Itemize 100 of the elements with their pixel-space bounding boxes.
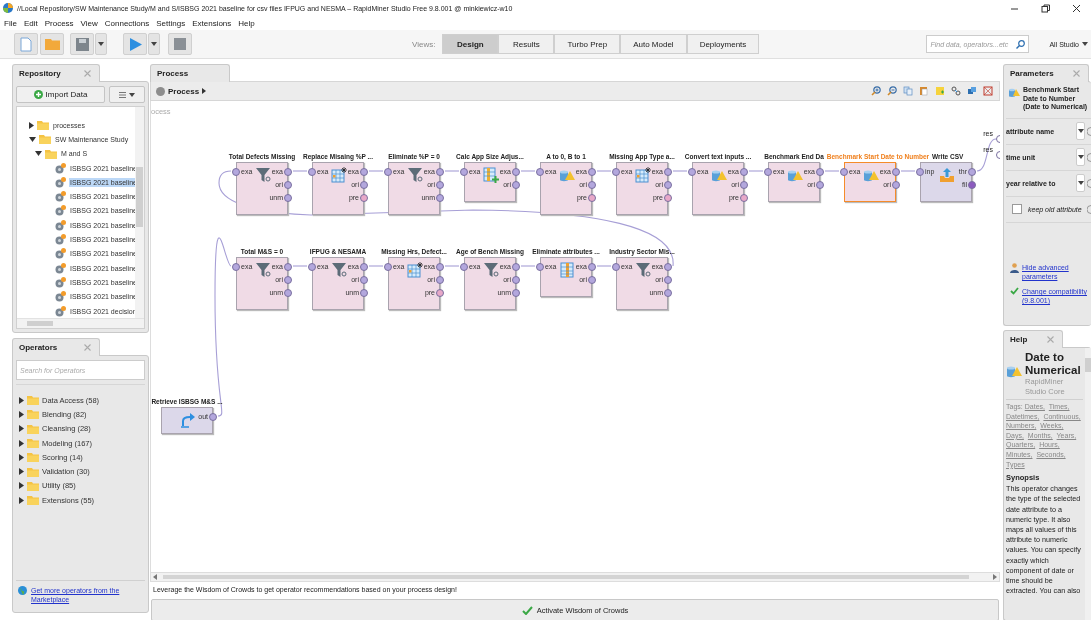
dropdown[interactable] <box>1076 174 1085 192</box>
port-handle[interactable] <box>232 263 240 271</box>
folder-icon <box>44 38 60 50</box>
operator-name: Date to Numerical <box>1025 351 1082 377</box>
collapse-arrow-icon[interactable] <box>29 136 36 142</box>
menu-item[interactable]: Help <box>238 18 255 28</box>
port-handle[interactable] <box>688 168 696 176</box>
port-handle[interactable] <box>308 168 316 176</box>
panel-tab[interactable]: Parameters <box>1003 64 1089 82</box>
port-handle[interactable] <box>840 168 848 176</box>
view-tab[interactable]: Design <box>442 34 499 54</box>
menu-item[interactable]: Extensions <box>192 18 232 28</box>
plus-circle-icon <box>33 90 43 99</box>
expand-arrow-icon[interactable] <box>19 453 24 461</box>
link-icon[interactable] <box>951 86 961 96</box>
port-handle[interactable] <box>916 168 924 176</box>
port-handle[interactable] <box>460 263 468 271</box>
port-handle[interactable] <box>384 263 392 271</box>
expand-arrow-icon[interactable] <box>19 439 24 447</box>
scroll-right-icon[interactable] <box>993 574 997 580</box>
process-icon <box>156 86 165 96</box>
check-icon <box>521 605 533 615</box>
port-handle[interactable] <box>612 168 620 176</box>
folder-icon <box>37 120 49 131</box>
save-menu-button[interactable] <box>95 33 107 55</box>
cubes-icon[interactable] <box>967 86 977 96</box>
caret-icon <box>1077 181 1084 185</box>
expand-arrow-icon[interactable] <box>19 410 24 418</box>
port-handle[interactable] <box>536 168 544 176</box>
menu-item[interactable]: File <box>4 18 17 28</box>
zoom-out-icon[interactable] <box>887 86 897 96</box>
port-handle[interactable] <box>612 263 620 271</box>
stop-button[interactable] <box>168 33 192 55</box>
process-icon <box>55 262 66 274</box>
port-handle[interactable] <box>308 263 316 271</box>
expand-arrow-icon[interactable] <box>19 425 24 433</box>
port-handle[interactable] <box>764 168 772 176</box>
scrollbar[interactable] <box>1085 348 1091 620</box>
port-handle[interactable] <box>209 413 217 421</box>
view-tab[interactable]: Deployments <box>686 34 760 54</box>
view-tab[interactable]: Results <box>498 34 555 54</box>
menu-item[interactable]: Process <box>44 18 74 28</box>
port-handle[interactable] <box>536 263 544 271</box>
folder-icon <box>27 438 39 449</box>
close-icon[interactable] <box>1072 3 1081 13</box>
process-icon <box>55 291 66 303</box>
scroll-left-icon[interactable] <box>153 574 157 580</box>
import-data-button[interactable]: Import Data <box>16 86 105 103</box>
panel-tab[interactable]: Operators <box>12 338 100 356</box>
menu-item[interactable]: Edit <box>23 18 38 28</box>
table-icon <box>407 262 423 278</box>
dropdown[interactable] <box>1076 122 1085 140</box>
port-handle[interactable] <box>384 168 392 176</box>
funnel-icon <box>331 262 347 278</box>
checkbox[interactable] <box>1012 204 1022 214</box>
collapse-arrow-icon[interactable] <box>35 151 42 157</box>
breadcrumb[interactable]: Process <box>156 86 207 96</box>
expand-arrow-icon[interactable] <box>29 121 34 129</box>
process-icon <box>55 305 66 317</box>
panel-tab[interactable]: Help <box>1003 330 1063 348</box>
folder-icon <box>27 466 39 477</box>
folder-icon <box>45 148 57 159</box>
process-canvas[interactable] <box>150 101 1000 572</box>
maximize-icon[interactable] <box>1041 3 1050 13</box>
menu-item[interactable]: View <box>80 18 98 28</box>
check-icon <box>1010 287 1019 295</box>
layout-icon[interactable] <box>983 86 993 96</box>
process-icon <box>55 276 66 288</box>
run-menu-button[interactable] <box>148 33 160 55</box>
view-tab[interactable]: Auto Model <box>620 34 687 54</box>
panel-tab[interactable]: Repository <box>12 64 100 82</box>
scrollbar[interactable] <box>150 572 1000 582</box>
menu-button[interactable] <box>109 86 145 103</box>
dropdown[interactable] <box>1076 148 1085 166</box>
cylinder-triangle-icon <box>1008 86 1020 98</box>
menu-item[interactable]: Connections <box>104 18 150 28</box>
process-icon <box>55 162 66 174</box>
folder-icon <box>27 452 39 463</box>
app-icon <box>3 3 13 13</box>
table-plus-icon <box>483 167 499 183</box>
port-handle[interactable] <box>232 168 240 176</box>
menu-item[interactable]: Settings <box>156 18 186 28</box>
port-handle[interactable] <box>460 168 468 176</box>
expand-arrow-icon[interactable] <box>19 396 24 404</box>
expand-arrow-icon[interactable] <box>19 482 24 490</box>
scrollbar[interactable] <box>17 318 144 329</box>
table-icon <box>635 167 651 183</box>
table-column-icon <box>559 262 575 278</box>
zoom-in-icon[interactable] <box>871 86 881 96</box>
clipboard-icon[interactable] <box>919 86 929 96</box>
expand-arrow-icon[interactable] <box>19 496 24 504</box>
process-icon <box>55 219 66 231</box>
view-tab[interactable]: Turbo Prep <box>554 34 621 54</box>
scrollbar[interactable] <box>135 107 144 319</box>
panel-tab[interactable]: Process <box>150 64 230 82</box>
expand-arrow-icon[interactable] <box>19 468 24 476</box>
funnel-icon <box>407 167 423 183</box>
tray-upload-icon <box>939 167 955 183</box>
curved-arrow-icon <box>180 412 196 428</box>
search-icon <box>1016 39 1026 49</box>
